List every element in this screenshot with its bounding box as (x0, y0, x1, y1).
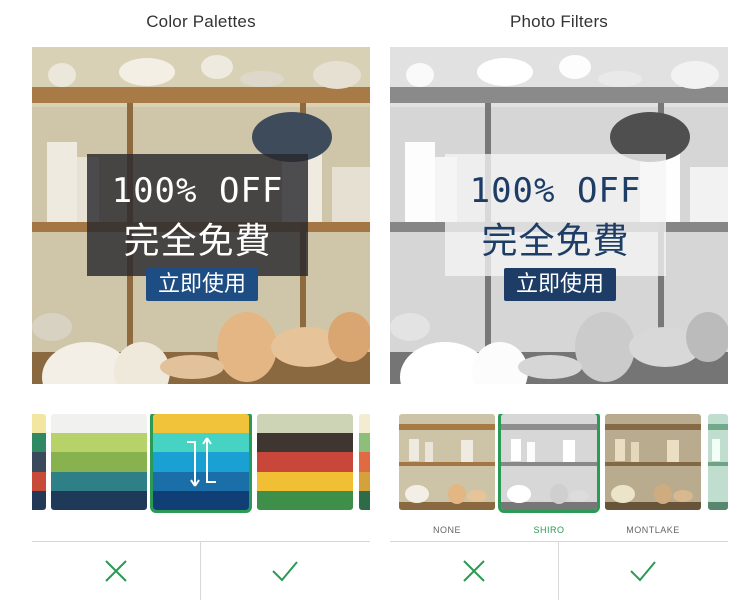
filter-preview-image (399, 414, 495, 510)
palette-color-band (359, 414, 370, 434)
check-icon (630, 561, 656, 582)
filter-label-none[interactable]: NONE (397, 525, 497, 535)
palette-color-band (32, 433, 46, 453)
cancel-button[interactable] (32, 542, 200, 600)
promo-overlay: 100% OFF 完全免費 (87, 154, 308, 276)
filter-preview-image (605, 414, 701, 510)
palette-color-band (51, 471, 147, 491)
promo-cta-button[interactable]: 立即使用 (146, 268, 258, 301)
palette-color-band (257, 490, 353, 510)
promo-subheadline: 完全免費 (123, 221, 272, 262)
palette-swatch-selected[interactable] (153, 414, 249, 510)
palette-color-band (51, 490, 147, 510)
promo-headline: 100% OFF (111, 171, 284, 211)
promo-subheadline: 完全免費 (481, 221, 630, 262)
panel-title: Color Palettes (146, 12, 256, 31)
palette-color-band (359, 490, 370, 510)
palette-color-band (51, 414, 147, 434)
palette-swatch[interactable] (32, 414, 46, 510)
palette-color-band (153, 490, 249, 510)
palette-color-band (257, 471, 353, 491)
confirm-button[interactable] (559, 542, 727, 600)
confirm-button[interactable] (201, 542, 369, 600)
color-palettes-panel: Color Palettes 100% OFF 完全免費 立即使用 (32, 0, 370, 600)
preview-image: 100% OFF 完全免費 立即使用 (32, 47, 370, 384)
palette-color-band (32, 471, 46, 491)
preview-image: 100% OFF 完全免費 立即使用 (390, 47, 728, 384)
palette-color-band (257, 452, 353, 472)
palette-color-band (32, 414, 46, 434)
filter-preview-image (708, 414, 728, 510)
panel-title: Photo Filters (509, 12, 609, 31)
filter-thumbnail-none[interactable] (399, 414, 495, 510)
palette-color-band (257, 414, 353, 434)
filter-thumbnail-partial[interactable] (708, 414, 728, 510)
filter-thumbnail-montlake[interactable] (605, 414, 701, 510)
palette-color-band (32, 452, 46, 472)
palette-color-band (51, 433, 147, 453)
palette-color-band (153, 414, 249, 434)
filter-preview-image (501, 414, 597, 510)
palette-swatch[interactable] (359, 414, 370, 510)
filter-thumbnail-shiro[interactable] (501, 414, 597, 510)
check-icon (272, 561, 298, 582)
palette-color-band (359, 433, 370, 453)
palette-swatch[interactable] (257, 414, 353, 510)
photo-filters-panel: Photo Filters 100% OFF 完全免費 立即使用 NONE SH… (390, 0, 728, 600)
palette-color-band (51, 452, 147, 472)
x-icon (105, 560, 127, 582)
filter-label-shiro[interactable]: SHIRO (499, 525, 599, 535)
palette-color-band (257, 433, 353, 453)
palette-color-band (359, 471, 370, 491)
palette-color-band (359, 452, 370, 472)
cancel-button[interactable] (390, 542, 558, 600)
x-icon (463, 560, 485, 582)
filter-strip[interactable] (390, 414, 728, 514)
palette-swatch[interactable] (51, 414, 147, 510)
filter-label-montlake[interactable]: MONTLAKE (603, 525, 703, 535)
palette-color-band (32, 490, 46, 510)
swap-arrows-icon[interactable] (185, 434, 219, 490)
promo-headline: 100% OFF (469, 171, 642, 211)
promo-overlay: 100% OFF 完全免費 (445, 154, 666, 276)
palette-strip[interactable] (32, 414, 370, 514)
promo-cta-button[interactable]: 立即使用 (504, 268, 616, 301)
